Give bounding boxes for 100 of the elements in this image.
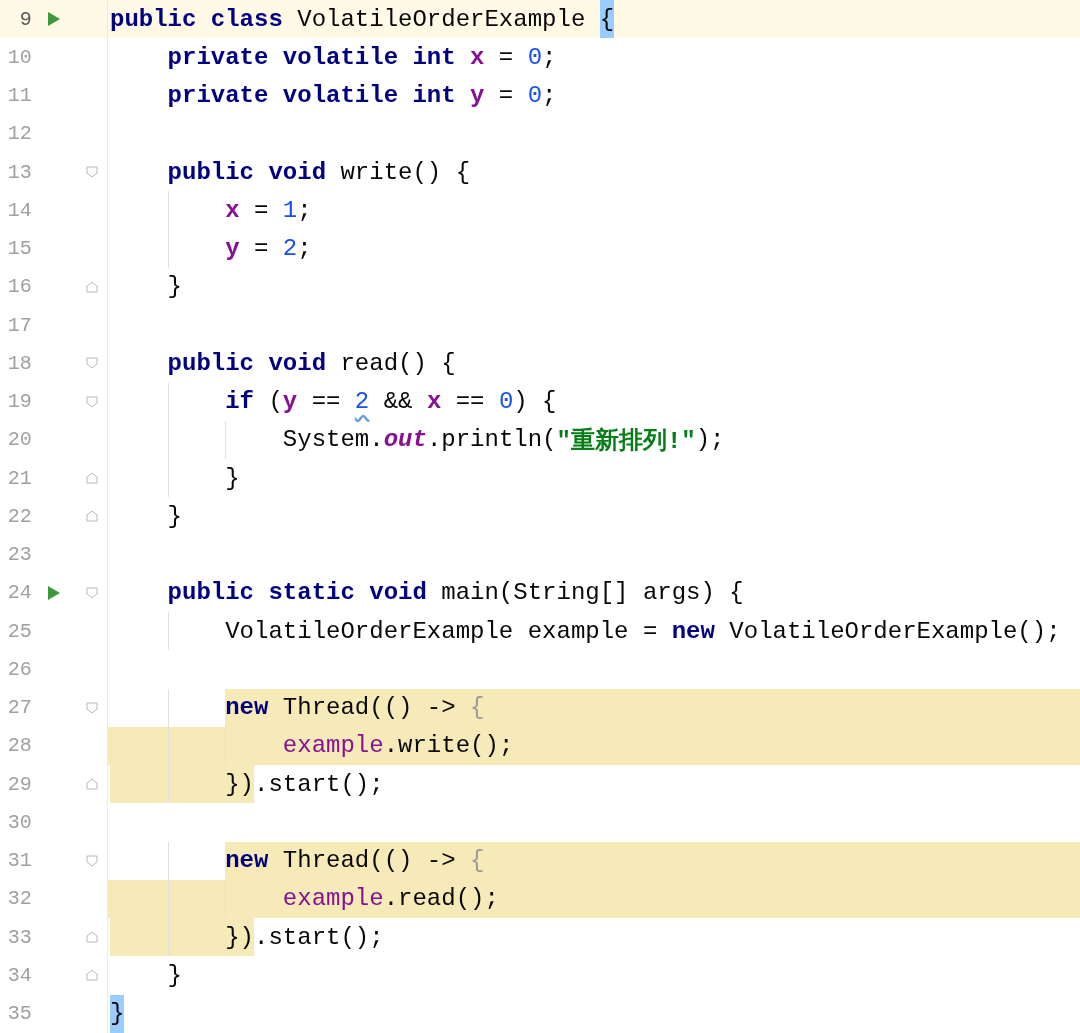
line-number: 17 [6,313,32,337]
code-plain: .read(); [383,884,499,915]
code-plain: { [599,0,615,39]
code-plain: .println( [426,425,557,456]
code-number: 2 [282,234,298,265]
code-plain: main(String[] args) { [440,578,744,609]
line-number: 9 [18,7,32,31]
code-field: y [225,229,240,268]
code-number: 0 [527,81,543,112]
code-plain: write() { [339,157,471,188]
code-plain: = [497,81,515,112]
code-keyword: if [225,387,255,418]
fold-icon[interactable] [86,357,99,370]
fold-icon[interactable] [86,166,99,179]
run-icon[interactable] [47,584,62,601]
line-number: 11 [6,84,32,108]
code-plain: }) [225,765,255,804]
fold-icon[interactable] [86,280,99,293]
fold-icon[interactable] [86,510,99,523]
code-plain: ; [542,81,557,112]
fold-icon[interactable] [86,701,99,714]
line-number: 34 [6,963,32,987]
line-number: 16 [6,275,32,299]
code-plain: .write(); [383,731,514,762]
line-number: 19 [6,390,32,414]
fold-icon[interactable] [86,778,99,791]
fold-icon[interactable] [86,969,99,982]
line-number: 33 [6,925,32,949]
code-lambda: { [470,688,485,727]
line-number: 15 [6,237,32,261]
code-number: 2 [354,387,370,418]
line-number: 26 [6,657,32,681]
line-number: 13 [6,160,32,184]
code-plain: ; [297,195,312,226]
line-number: 22 [6,504,32,528]
line-number: 32 [6,887,32,911]
code-plain: ( [267,387,283,418]
code-keyword: new [225,841,269,880]
code-plain: } [225,463,240,494]
line-number: 21 [6,466,32,490]
line-number: 24 [6,581,32,605]
fold-icon[interactable] [86,395,99,408]
code-field: x [470,38,485,77]
line-number: 31 [6,849,32,873]
code-plain: read() { [339,348,456,379]
code-static: out [383,425,427,456]
code-plain: } [167,960,182,991]
code-plain: .start(); [254,922,384,953]
code-plain: System. [282,425,384,456]
code-plain: Thread(() -> [268,841,471,880]
code-plain: }) [225,918,255,957]
code-plain: = [253,234,270,265]
code-keyword: new [671,616,715,647]
code-keyword: public void [167,348,327,379]
line-number: 10 [6,45,32,69]
code-plain: ) { [513,387,557,418]
code-field: x [225,191,240,230]
line-number: 35 [6,1002,32,1026]
fold-icon[interactable] [86,472,99,485]
line-number: 20 [6,428,32,452]
fold-icon[interactable] [86,586,99,599]
code-plain: && [382,387,414,418]
code-number: 1 [282,195,298,226]
line-number: 29 [6,772,32,796]
line-number: 14 [6,198,32,222]
code-number: 0 [498,387,514,418]
code-plain: VolatileOrderExample example = [225,616,659,647]
code-plain: } [167,501,182,532]
line-number: 28 [6,734,32,758]
line-number: 18 [6,351,32,375]
code-plain: ); [695,425,725,456]
code-string: "重新排列!" [556,426,696,457]
code-keyword: public class [110,4,283,35]
line-number: 27 [6,696,32,720]
code-lambda: { [470,841,485,880]
code-plain: } [110,994,125,1033]
line-number: 25 [6,619,32,643]
code-field: x [426,382,442,421]
code-plain: VolatileOrderExample [296,4,587,35]
run-icon[interactable] [47,11,62,28]
code-plain: .start(); [254,769,384,800]
code-field: y [282,382,298,421]
code-plain: = [253,195,270,226]
code-plain: Thread(() -> [268,688,471,727]
code-plain: = [497,42,515,73]
fold-icon[interactable] [86,931,99,944]
code-plain: == [454,387,486,418]
code-number: 0 [527,42,543,73]
code-plain: } [167,272,182,303]
line-number: 30 [6,810,32,834]
code-keyword: public void [167,157,327,188]
code-plain: ; [542,42,557,73]
fold-icon[interactable] [86,854,99,867]
code-captured: example [282,884,384,915]
line-number: 23 [6,543,32,567]
line-number: 12 [6,122,32,146]
code-plain: VolatileOrderExample(); [728,616,1061,647]
code-plain: ; [297,234,312,265]
code-keyword: public static void [167,578,427,609]
code-field: y [470,76,485,115]
